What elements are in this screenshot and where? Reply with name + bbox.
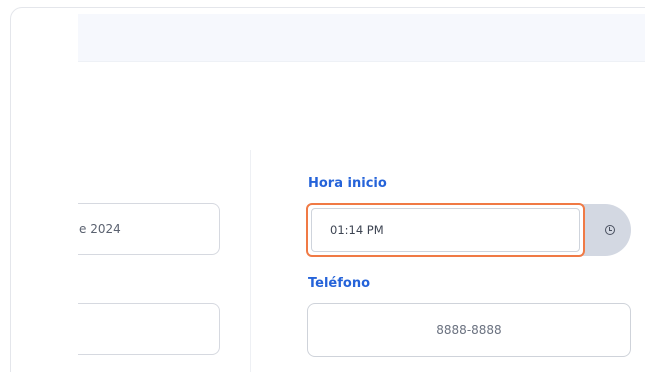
hora-inicio-label: Hora inicio	[308, 176, 387, 191]
date-field[interactable]: e 2024	[78, 203, 220, 255]
telefono-label: Teléfono	[308, 276, 371, 291]
second-left-field[interactable]	[78, 303, 220, 355]
hora-inicio-input[interactable]: 01:14 PM	[306, 203, 585, 257]
telefono-placeholder: 8888-8888	[436, 323, 502, 337]
page: e 2024 Hora inicio 01:14 PM Teléfono 888…	[0, 0, 645, 372]
hora-inicio-group: 01:14 PM	[306, 203, 631, 257]
card-header-bar	[78, 14, 645, 62]
clock-icon	[605, 225, 615, 235]
telefono-input[interactable]: 8888-8888	[307, 303, 631, 357]
column-divider	[250, 150, 251, 372]
date-field-value: e 2024	[79, 222, 121, 236]
hora-inicio-value: 01:14 PM	[330, 223, 384, 237]
